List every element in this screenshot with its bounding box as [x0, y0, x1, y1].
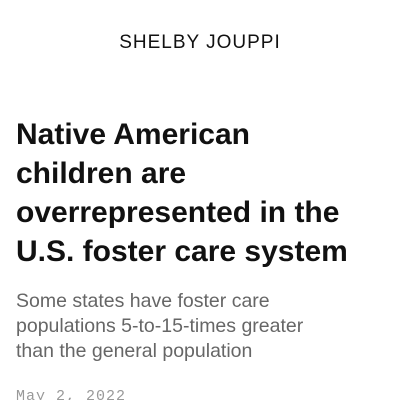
headline-line: children are	[16, 157, 187, 190]
subhead-line: than the general population	[16, 340, 253, 362]
author-byline[interactable]: SHELBY JOUPPI	[0, 31, 400, 55]
headline-line: U.S. foster care system	[16, 235, 348, 268]
article-subheading: Some states have foster care populations…	[16, 289, 388, 364]
article-page: SHELBY JOUPPI Native American children a…	[0, 0, 400, 400]
headline-line: Native American	[16, 118, 250, 151]
publish-date: May 2, 2022	[16, 388, 127, 400]
headline-line: overrepresented in the	[16, 196, 340, 229]
article-headline: Native American children are overreprese…	[16, 115, 388, 271]
subhead-line: populations 5-to-15-times greater	[16, 315, 304, 337]
subhead-line: Some states have foster care	[16, 290, 270, 312]
